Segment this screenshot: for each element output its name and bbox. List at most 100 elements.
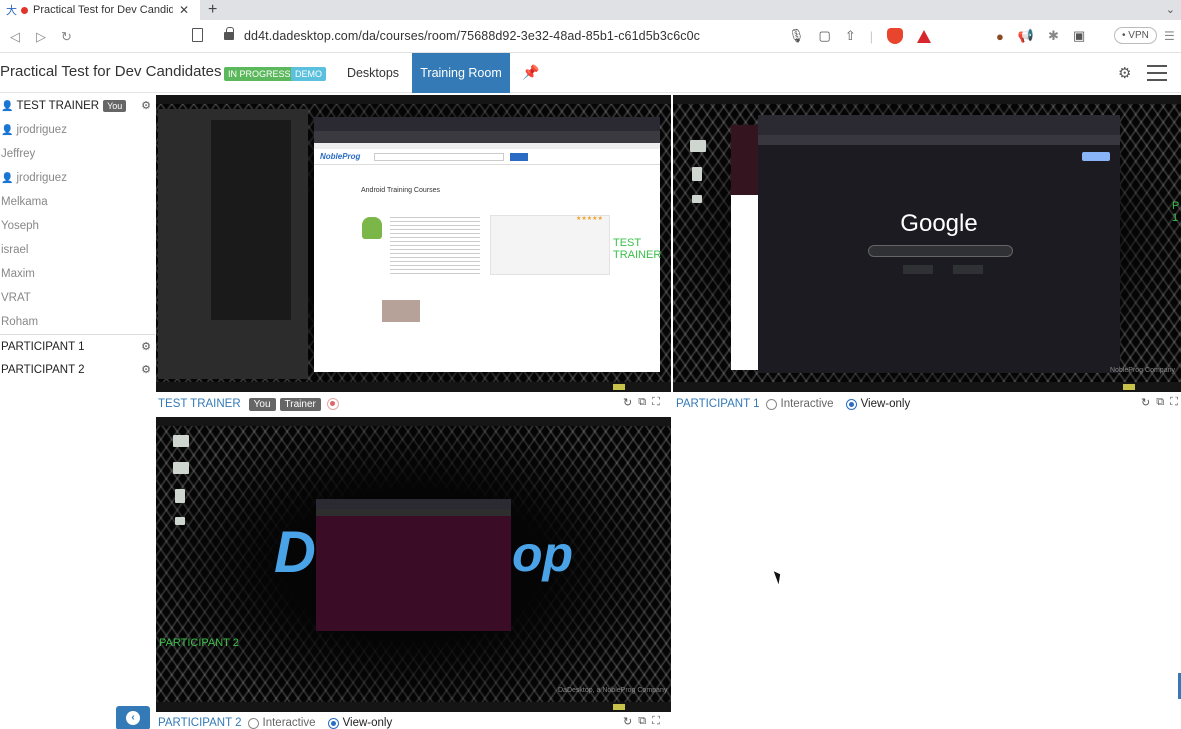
desktop-top-bar — [673, 95, 1181, 104]
extension-icons: ● 📢 ✱ ▣ — [996, 28, 1085, 44]
panel-owner-name: PARTICIPANT 1 — [676, 398, 760, 410]
close-tab-icon[interactable]: ✕ — [179, 3, 189, 17]
brave-shield-icon[interactable] — [887, 28, 904, 44]
user-name: Maxim — [1, 268, 35, 280]
folder-icon — [175, 517, 185, 525]
participant2-panel-footer: PARTICIPANT 2 Interactive View-only — [158, 713, 402, 729]
gear-icon[interactable]: ⚙ — [141, 363, 151, 376]
tab-list-chevron-icon[interactable]: ⌄ — [1166, 3, 1175, 16]
bookmark-icon[interactable] — [192, 28, 203, 42]
interactive-label[interactable]: Interactive — [781, 398, 834, 410]
sidebar-user-row[interactable]: VRAT — [0, 286, 155, 310]
reload-icon[interactable]: ↻ — [61, 29, 72, 45]
refresh-icon[interactable]: ↻ — [1141, 396, 1150, 409]
open-external-icon[interactable]: ⧉ — [638, 396, 646, 409]
microphone-icon[interactable]: 🎙 — [788, 28, 805, 44]
remote-window-titlebar — [314, 117, 660, 131]
collapse-sidebar-button[interactable]: ‹ — [116, 706, 150, 729]
trainer-panel-controls: ↻ ⧉ ⛶ — [623, 396, 660, 409]
browser-tab[interactable]: 大 Practical Test for Dev Candida ✕ — [0, 0, 200, 20]
interactive-radio[interactable] — [765, 398, 777, 410]
remote-url-bar — [314, 131, 660, 143]
site-favicon-icon: 大 — [6, 5, 17, 17]
google-logo: Google — [900, 210, 978, 237]
participant1-desktop-panel[interactable]: Google P 1 NobleProg Company — [673, 95, 1181, 392]
gear-icon[interactable]: ⚙ — [141, 99, 151, 112]
lock-icon[interactable] — [224, 27, 234, 40]
view-only-radio[interactable] — [327, 717, 339, 729]
sidebar-user-row[interactable]: 👤 jrodriguez — [0, 118, 155, 142]
view-only-label[interactable]: View-only — [861, 398, 911, 410]
open-external-icon[interactable]: ⧉ — [1156, 396, 1164, 409]
new-tab-button[interactable]: + — [208, 1, 217, 19]
panel-owner-name: TEST TRAINER — [158, 398, 241, 410]
gear-icon[interactable]: ⚙ — [141, 340, 151, 353]
wallet-icon[interactable]: ▣ — [1073, 28, 1085, 44]
interactive-label[interactable]: Interactive — [263, 717, 316, 729]
user-name: VRAT — [1, 292, 31, 304]
sidebar-participant-row[interactable]: PARTICIPANT 2 ⚙ — [0, 358, 155, 382]
open-external-icon[interactable]: ⧉ — [638, 715, 646, 728]
megaphone-extension-icon[interactable]: 📢 — [1018, 28, 1034, 44]
puzzle-extensions-icon[interactable]: ✱ — [1048, 28, 1059, 44]
back-icon[interactable]: ◁ — [10, 29, 20, 45]
desktop-watermark: DaDesktop, a NobleProg Company — [558, 687, 668, 694]
participant1-panel-controls: ↻ ⧉ ⛶ — [1141, 396, 1178, 409]
view-only-radio[interactable] — [845, 398, 857, 410]
pin-icon[interactable]: 📌 — [522, 64, 539, 81]
participant-name: PARTICIPANT 1 — [1, 340, 85, 353]
sidebar-user-row[interactable]: Yoseph — [0, 214, 155, 238]
tab-training-room[interactable]: Training Room — [412, 53, 510, 93]
sidebar-user-row[interactable]: Melkama — [0, 190, 155, 214]
browser-menu-icon[interactable]: ☰ — [1164, 29, 1175, 43]
user-name: jrodriguez — [16, 172, 67, 184]
share-icon[interactable]: ⇧ — [845, 28, 856, 44]
browser-address-row: ◁ ▷ ↻ dd4t.dadesktop.com/da/courses/room… — [0, 20, 1181, 53]
participant-name: PARTICIPANT 2 — [1, 364, 85, 376]
home-folder-icon — [173, 462, 189, 474]
participant2-desktop-panel[interactable]: D op PARTICIPANT 2 DaDesktop, a NoblePro… — [156, 417, 671, 712]
recording-indicator-icon — [21, 6, 28, 14]
vpn-button[interactable]: • VPN — [1114, 27, 1157, 44]
computer-icon — [173, 435, 189, 447]
clipboard-icon[interactable]: ▢ — [819, 28, 831, 44]
brave-rewards-icon[interactable] — [917, 29, 932, 43]
google-signin-button — [1082, 152, 1110, 161]
interactive-radio[interactable] — [247, 717, 259, 729]
url-field[interactable]: dd4t.dadesktop.com/da/courses/room/75688… — [244, 29, 700, 43]
refresh-icon[interactable]: ↻ — [623, 715, 632, 728]
trainer-desktop-panel[interactable]: NobleProg Android Training Courses ★★★★★… — [156, 95, 671, 392]
fullscreen-icon[interactable]: ⛶ — [1170, 396, 1178, 409]
sidebar-participant-row[interactable]: PARTICIPANT 1 ⚙ — [0, 334, 155, 358]
folder-icon — [692, 195, 702, 203]
remote-firefox-window: Google — [758, 115, 1120, 373]
sidebar-user-row[interactable]: Roham — [0, 310, 155, 334]
fullscreen-icon[interactable]: ⛶ — [652, 396, 660, 409]
sidebar-user-row[interactable]: Maxim — [0, 262, 155, 286]
file-icon — [692, 167, 702, 181]
cookie-extension-icon[interactable]: ● — [996, 29, 1004, 44]
desktop-top-bar — [156, 417, 671, 426]
status-badge: IN PROGRESS — [224, 67, 295, 81]
refresh-icon[interactable]: ↻ — [623, 396, 632, 409]
mouse-cursor-icon — [773, 569, 784, 585]
record-button[interactable] — [326, 398, 339, 410]
tab-desktops[interactable]: Desktops — [335, 53, 411, 93]
browser-tab-title: Practical Test for Dev Candida — [33, 4, 173, 16]
sidebar-user-row[interactable]: israel — [0, 238, 155, 262]
terminal-menubar — [316, 509, 511, 516]
desktop-watermark: NobleProg Company — [1110, 367, 1175, 374]
sidebar-trainer-row[interactable]: 👤 TEST TRAINER You ⚙ — [0, 94, 155, 118]
forward-icon[interactable]: ▷ — [36, 29, 46, 45]
hamburger-menu-icon[interactable] — [1147, 65, 1167, 86]
app-menu-submenu — [211, 120, 291, 320]
sidebar-user-row[interactable]: 👤 jrodriguez — [0, 166, 155, 190]
user-name: israel — [1, 244, 29, 256]
view-only-label[interactable]: View-only — [343, 717, 393, 729]
fullscreen-icon[interactable]: ⛶ — [652, 715, 660, 728]
computer-icon — [690, 140, 706, 152]
settings-gears-icon[interactable]: ⚙ — [1118, 64, 1131, 82]
remote-url-bar — [758, 135, 1120, 145]
sidebar-user-row[interactable]: Jeffrey — [0, 142, 155, 166]
you-badge: You — [103, 100, 127, 112]
